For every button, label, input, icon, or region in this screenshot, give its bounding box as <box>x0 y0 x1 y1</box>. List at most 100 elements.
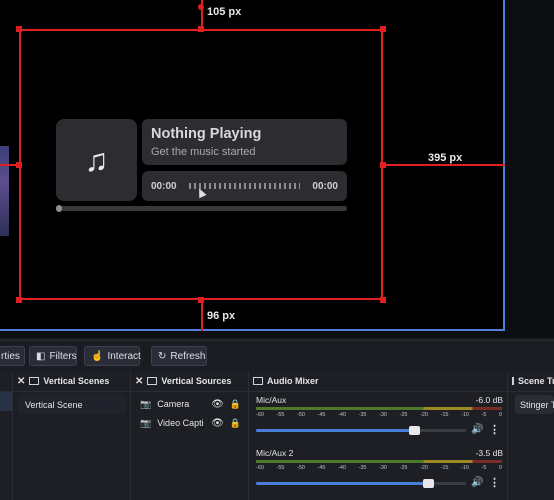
channel-db: -3.5 dB <box>475 448 503 458</box>
meter-tick-label: -40 <box>338 465 346 471</box>
dimension-bottom-label: 96 px <box>207 310 236 322</box>
transition-label: Stinger Tr <box>520 399 554 410</box>
track-title: Nothing Playing <box>151 126 262 142</box>
guide-end-dot <box>198 4 204 10</box>
time-end: 00:00 <box>312 180 338 192</box>
scene-item-label: Vertical Scene <box>25 399 83 410</box>
vertical-scenes-title: Vertical Scenes <box>43 376 110 386</box>
eye-icon[interactable]: 👁 <box>211 418 224 429</box>
volume-slider[interactable] <box>256 426 466 435</box>
meter-tick-label: -60 <box>256 465 264 471</box>
resize-handle-bl[interactable] <box>16 297 22 303</box>
lock-icon[interactable]: 🔒 <box>230 418 241 429</box>
audio-mixer-dock: Audio Mixer Mic/Aux -6.0 dB -60 -55 -50 -45… <box>249 371 507 500</box>
filters-button[interactable]: ◧ Filters <box>29 346 77 366</box>
meter-tick-label: -25 <box>399 412 408 418</box>
meter-tick-label: 0 <box>498 412 502 418</box>
guide-right <box>383 164 505 166</box>
guide-bottom <box>201 300 203 331</box>
resize-handle-ml[interactable] <box>16 162 22 168</box>
meter-tick-label: -20 <box>420 412 428 418</box>
vertical-sources-title: Vertical Sources <box>161 376 232 386</box>
camera-source-preview[interactable] <box>0 146 9 236</box>
obs-window: 105 px 395 px 96 px ♫ Nothing Playing Ge… <box>0 0 554 500</box>
track-info: Nothing Playing Get the music started <box>142 119 347 165</box>
vertical-canvas[interactable]: 105 px 395 px 96 px ♫ Nothing Playing Ge… <box>0 0 505 331</box>
time-start: 00:00 <box>151 180 177 192</box>
meter-tick-label: -30 <box>379 412 387 418</box>
close-icon[interactable]: ✕ <box>17 376 25 387</box>
lock-icon[interactable]: 🔒 <box>230 399 241 410</box>
meter-tick-label: -30 <box>379 465 387 471</box>
properties-label: rties <box>1 350 20 362</box>
resize-handle-tl[interactable] <box>16 26 22 32</box>
source-item-video-capture[interactable]: 📷 Video Capti 👁 🔒 <box>137 414 245 432</box>
volume-fill <box>256 482 429 485</box>
meter-tick-label: -55 <box>276 465 285 471</box>
more-options-icon[interactable]: ⋮ <box>489 476 500 489</box>
dock-icon <box>147 377 158 385</box>
resize-handle-mr[interactable] <box>380 162 386 168</box>
waveform <box>188 183 301 189</box>
selected-scene-fragment[interactable] <box>0 392 12 411</box>
meter-tick-label: -15 <box>440 465 449 471</box>
meter-tick-label: -35 <box>358 465 367 471</box>
meter-tick-label: -5 <box>481 465 487 471</box>
resize-handle-tr[interactable] <box>380 26 386 32</box>
meter-tick-label: 0 <box>498 465 502 471</box>
level-meter <box>256 460 502 463</box>
properties-button[interactable]: rties <box>0 346 25 366</box>
meter-tick-label: -45 <box>317 465 326 471</box>
hand-pointer-icon: ☝ <box>91 350 104 362</box>
meter-tick-label: -15 <box>440 412 449 418</box>
channel-db: -6.0 dB <box>475 395 503 405</box>
volume-slider[interactable] <box>256 479 466 488</box>
interact-button[interactable]: ☝ Interact <box>84 346 141 366</box>
meter-ticks: -60 -55 -50 -45 -40 -35 -30 -25 -20 -15 -10 -5 0 <box>256 465 502 471</box>
meter-ticks: -60 -55 -50 -45 -40 -35 -30 -25 -20 -15 -10 -5 0 <box>256 412 502 418</box>
track-progress-bar <box>56 205 347 212</box>
interact-label: Interact <box>107 350 141 362</box>
source-label: Video Capti <box>157 418 204 428</box>
camera-icon: 📷 <box>140 417 152 428</box>
source-item-camera[interactable]: 📷 Camera 👁 🔒 <box>137 395 245 413</box>
dock-icon <box>512 377 514 385</box>
transition-select[interactable]: Stinger Tr <box>515 395 554 414</box>
vertical-scenes-dock: ✕ Vertical Scenes <box>13 371 130 500</box>
vertical-sources-header: ✕ Vertical Sources <box>131 371 248 392</box>
music-note-icon: ♫ <box>56 119 137 201</box>
vertical-sources-dock: ✕ Vertical Sources <box>131 371 248 500</box>
source-toolbar: rties ◧ Filters ☝ Interact ↻ Refresh <box>0 340 554 370</box>
preview-area[interactable]: 105 px 395 px 96 px ♫ Nothing Playing Ge… <box>0 0 554 338</box>
time-bar: 00:00 00:00 <box>142 171 347 201</box>
audio-mixer-header: Audio Mixer <box>249 371 507 392</box>
resize-handle-br[interactable] <box>380 297 386 303</box>
filters-label: Filters <box>49 350 77 362</box>
refresh-button[interactable]: ↻ Refresh <box>151 346 207 366</box>
refresh-label: Refresh <box>170 350 206 362</box>
meter-tick-label: -50 <box>297 465 305 471</box>
close-icon[interactable]: ✕ <box>135 376 143 387</box>
dimension-right-label: 395 px <box>428 152 463 164</box>
meter-tick-label: -40 <box>338 412 346 418</box>
meter-tick-label: -60 <box>256 412 264 418</box>
channel-name: Mic/Aux <box>256 395 287 405</box>
volume-knob[interactable] <box>408 426 420 435</box>
vertical-scenes-header: ✕ Vertical Scenes <box>13 371 130 392</box>
dimension-top-label: 105 px <box>207 6 242 18</box>
track-subtitle: Get the music started <box>151 146 256 158</box>
camera-icon: 📷 <box>140 398 152 409</box>
eye-icon[interactable]: 👁 <box>211 399 224 410</box>
meter-tick-label: -55 <box>276 412 285 418</box>
resize-handle-bc[interactable] <box>198 297 204 303</box>
source-label: Camera <box>157 399 190 409</box>
volume-knob[interactable] <box>423 479 435 488</box>
refresh-icon: ↻ <box>158 350 167 362</box>
more-options-icon[interactable]: ⋮ <box>489 423 500 436</box>
speaker-icon[interactable]: 🔊 <box>471 477 483 488</box>
volume-fill <box>256 429 414 432</box>
scene-item[interactable]: Vertical Scene <box>18 395 126 414</box>
speaker-icon[interactable]: 🔊 <box>471 424 483 435</box>
dock-icon <box>29 377 40 385</box>
resize-handle-tc[interactable] <box>198 26 204 32</box>
